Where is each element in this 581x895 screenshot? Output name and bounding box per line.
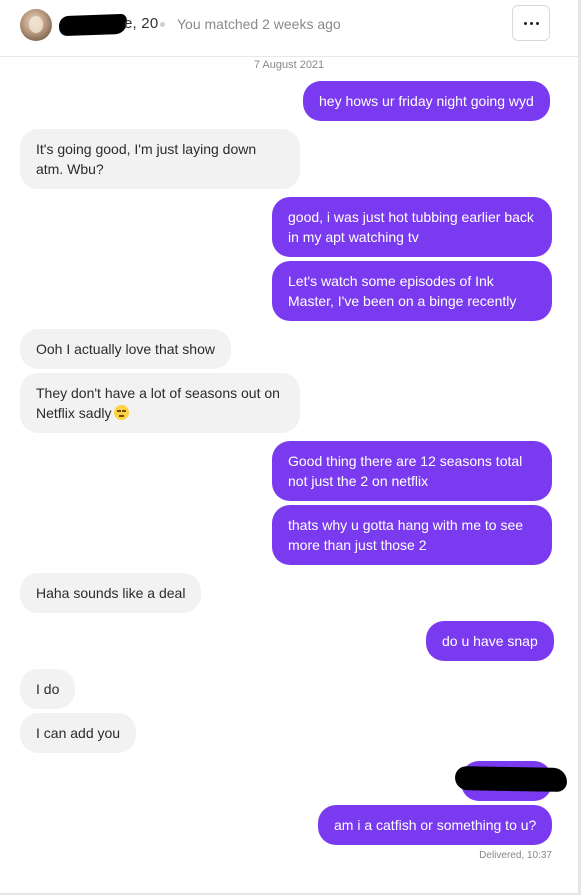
message-bubble-incoming[interactable]: Ooh I actually love that show: [20, 329, 231, 369]
more-horizontal-icon: [524, 22, 527, 25]
message-bubble-outgoing[interactable]: do u have snap: [426, 621, 554, 661]
message-text: thats why u gotta hang with me to see: [288, 517, 524, 533]
avatar[interactable]: [20, 9, 52, 41]
message-text: do u have snap: [442, 633, 538, 649]
message-text: I can add you: [36, 725, 121, 741]
message-text: not just the 2 on netflix: [288, 473, 429, 489]
message-text: atm. Wbu?: [36, 161, 104, 177]
message-text: Let's watch some episodes of Ink: [288, 273, 494, 289]
more-options-button[interactable]: [512, 5, 550, 41]
message-text: hey hows ur friday night going wyd: [319, 93, 534, 109]
message-text: Ooh I actually love that show: [36, 341, 215, 357]
message-text: Netflix sadly: [36, 405, 112, 421]
message-bubble-incoming[interactable]: They don't have a lot of seasons out on …: [20, 373, 300, 433]
message-text: Haha sounds like a deal: [36, 585, 186, 601]
message-text: Master, I've been on a binge recently: [288, 293, 517, 309]
message-text: in my apt watching tv: [288, 229, 419, 245]
chat-header: e, 20 You matched 2 weeks ago: [0, 0, 578, 57]
message-bubble-outgoing[interactable]: hey hows ur friday night going wyd: [303, 81, 550, 121]
date-separator: 7 August 2021: [253, 59, 325, 71]
message-text: more than just those 2: [288, 537, 427, 553]
separator-dot: [160, 22, 165, 27]
message-text: I do: [36, 681, 60, 697]
message-text: am i a catfish or something to u?: [334, 817, 537, 833]
matched-time: You matched 2 weeks ago: [177, 16, 341, 32]
message-bubble-incoming[interactable]: Haha sounds like a deal: [20, 573, 202, 613]
pensive-face-emoji: [114, 405, 130, 420]
message-bubble-incoming[interactable]: It's going good, I'm just laying down at…: [20, 129, 300, 189]
delivery-status: Delivered, 10:37: [479, 850, 552, 861]
match-name-age: e, 20: [124, 15, 159, 32]
message-bubble-incoming[interactable]: I can add you: [20, 713, 137, 753]
message-bubble-outgoing[interactable]: am i a catfish or something to u?: [318, 805, 553, 845]
redaction-mark: [454, 766, 568, 792]
message-bubble-incoming[interactable]: I do: [20, 669, 76, 709]
message-bubble-outgoing[interactable]: thats why u gotta hang with me to see mo…: [272, 505, 552, 565]
message-bubble-outgoing[interactable]: Let's watch some episodes of Ink Master,…: [272, 261, 552, 321]
message-text: They don't have a lot of seasons out on: [36, 385, 280, 401]
redacted-name: [58, 13, 128, 37]
message-text: good, i was just hot tubbing earlier bac…: [288, 209, 534, 225]
message-bubble-outgoing[interactable]: Good thing there are 12 seasons total no…: [272, 441, 552, 501]
message-text: It's going good, I'm just laying down: [36, 141, 257, 157]
message-text: Good thing there are 12 seasons total: [288, 453, 523, 469]
message-bubble-outgoing[interactable]: good, i was just hot tubbing earlier bac…: [272, 197, 552, 257]
